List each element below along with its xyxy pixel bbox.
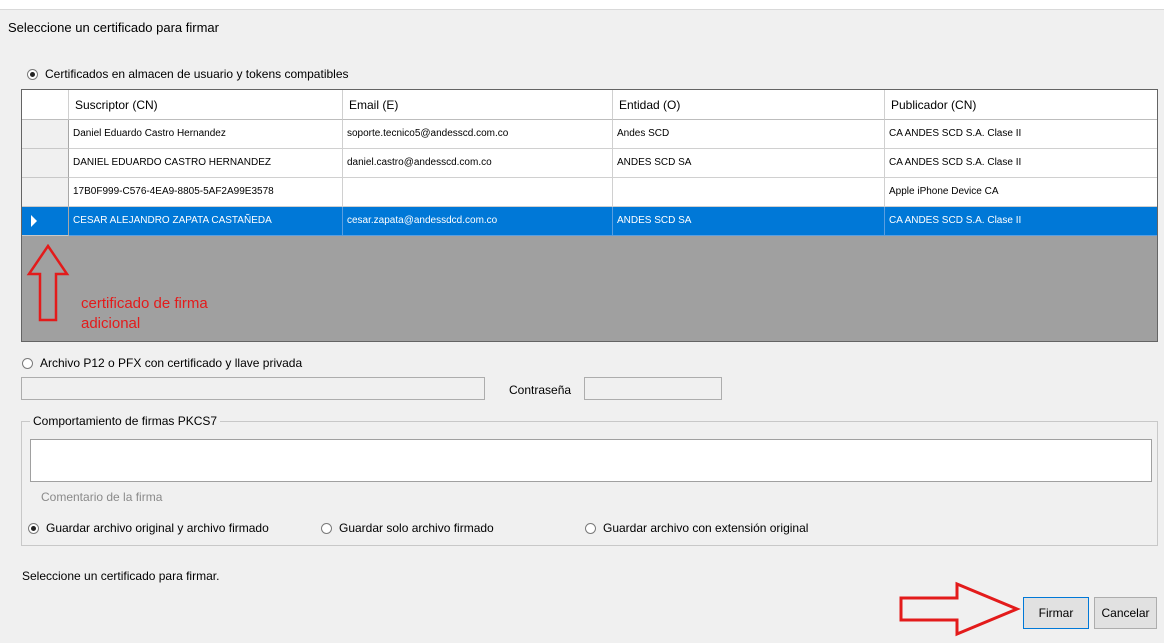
column-header-publisher[interactable]: Publicador (CN) (885, 90, 1157, 120)
cell-subscriber: Daniel Eduardo Castro Hernandez (69, 120, 343, 149)
column-header-entity[interactable]: Entidad (O) (613, 90, 885, 120)
file-option-label: Archivo P12 o PFX con certificado y llav… (40, 356, 303, 370)
save-option-label: Guardar solo archivo firmado (339, 521, 494, 535)
table-row[interactable]: Daniel Eduardo Castro Hernandez soporte.… (22, 120, 1157, 149)
cancel-button[interactable]: Cancelar (1094, 597, 1157, 629)
radio-selected-icon[interactable] (28, 522, 39, 534)
grid-corner-header (22, 90, 69, 120)
save-option-label: Guardar archivo con extensión original (603, 521, 809, 535)
password-label: Contraseña (509, 383, 572, 397)
status-text: Seleccione un certificado para firmar. (22, 569, 220, 583)
row-header[interactable] (22, 149, 69, 178)
dialog-title: Seleccione un certificado para firmar (8, 20, 219, 35)
password-field[interactable] (584, 377, 722, 400)
row-header[interactable] (22, 207, 69, 236)
file-path-field[interactable] (21, 377, 485, 400)
pkcs7-group-label: Comportamiento de firmas PKCS7 (30, 414, 221, 428)
background-window-strip (0, 0, 1164, 10)
annotation-line-2: adicional (81, 315, 141, 332)
cell-entity: ANDES SCD SA (613, 207, 885, 236)
file-option[interactable]: Archivo P12 o PFX con certificado y llav… (22, 356, 302, 370)
save-option-label: Guardar archivo original y archivo firma… (46, 521, 269, 535)
cell-publisher: CA ANDES SCD S.A. Clase II (885, 207, 1157, 236)
cell-email: daniel.castro@andesscd.com.co (343, 149, 613, 178)
column-header-email[interactable]: Email (E) (343, 90, 613, 120)
radio-selected-icon[interactable] (27, 68, 38, 80)
radio-unselected-icon[interactable] (321, 522, 332, 534)
cell-subscriber: CESAR ALEJANDRO ZAPATA CASTAÑEDA (69, 207, 343, 236)
cell-publisher: CA ANDES SCD S.A. Clase II (885, 149, 1157, 178)
row-header[interactable] (22, 120, 69, 149)
table-row[interactable]: 17B0F999-C576-4EA9-8805-5AF2A99E3578 App… (22, 178, 1157, 207)
cell-email: soporte.tecnico5@andesscd.com.co (343, 120, 613, 149)
comment-field[interactable] (30, 439, 1152, 482)
cell-email: cesar.zapata@andessdcd.com.co (343, 207, 613, 236)
table-row[interactable]: DANIEL EDUARDO CASTRO HERNANDEZ daniel.c… (22, 149, 1157, 178)
cell-publisher: CA ANDES SCD S.A. Clase II (885, 120, 1157, 149)
save-option-original-extension[interactable]: Guardar archivo con extensión original (585, 521, 808, 535)
store-option-label: Certificados en almacen de usuario y tok… (45, 67, 349, 81)
red-arrow-right-icon (899, 581, 1021, 637)
cell-entity: ANDES SCD SA (613, 149, 885, 178)
cell-entity: Andes SCD (613, 120, 885, 149)
comment-label: Comentario de la firma (41, 490, 163, 504)
radio-unselected-icon[interactable] (585, 522, 596, 534)
save-option-original-and-signed[interactable]: Guardar archivo original y archivo firma… (28, 521, 269, 535)
annotation-line-1: certificado de firma (81, 295, 208, 312)
radio-unselected-icon[interactable] (22, 357, 33, 369)
row-selector-caret-icon (31, 215, 37, 227)
table-row-selected[interactable]: CESAR ALEJANDRO ZAPATA CASTAÑEDA cesar.z… (22, 207, 1157, 236)
row-header[interactable] (22, 178, 69, 207)
sign-button[interactable]: Firmar (1023, 597, 1089, 629)
save-option-signed-only[interactable]: Guardar solo archivo firmado (321, 521, 494, 535)
store-option[interactable]: Certificados en almacen de usuario y tok… (27, 67, 349, 81)
cell-entity (613, 178, 885, 207)
column-header-subscriber[interactable]: Suscriptor (CN) (69, 90, 343, 120)
cell-publisher: Apple iPhone Device CA (885, 178, 1157, 207)
cell-email (343, 178, 613, 207)
annotation-text: certificado de firma adicional (81, 294, 208, 334)
cell-subscriber: 17B0F999-C576-4EA9-8805-5AF2A99E3578 (69, 178, 343, 207)
cell-subscriber: DANIEL EDUARDO CASTRO HERNANDEZ (69, 149, 343, 178)
red-arrow-up-icon (26, 244, 70, 322)
